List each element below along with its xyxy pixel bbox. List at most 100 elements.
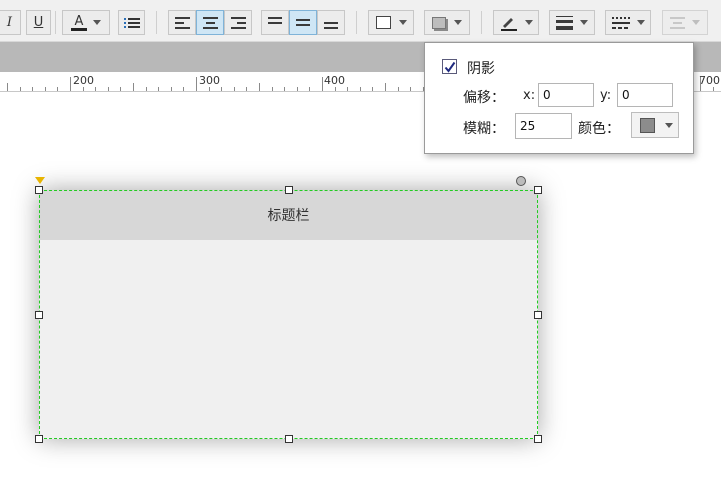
ruler-tick	[272, 87, 273, 91]
valign-bottom-button[interactable]	[317, 10, 345, 35]
underline-icon: U	[33, 15, 44, 30]
fill-color-button[interactable]	[368, 10, 414, 35]
line-style-button[interactable]	[605, 10, 651, 35]
valign-middle-button[interactable]	[289, 10, 317, 35]
valign-top-icon	[268, 15, 282, 25]
align-right-icon	[230, 15, 246, 30]
font-color-button[interactable]: A	[62, 10, 110, 35]
line-style-icon	[611, 16, 630, 29]
ruler-label: 200	[73, 74, 94, 87]
offset-x-input[interactable]: 0	[538, 83, 594, 107]
chevron-down-icon	[580, 20, 588, 25]
arrow-style-icon	[670, 15, 685, 30]
chevron-down-icon	[93, 20, 101, 25]
blur-label: 模糊：	[463, 121, 505, 137]
resize-handle-ne[interactable]	[534, 186, 542, 194]
valign-middle-icon	[296, 18, 310, 28]
ruler-tick	[133, 83, 134, 91]
ruler-tick	[95, 87, 96, 91]
resize-handle-se[interactable]	[534, 435, 542, 443]
ruler-tick	[57, 87, 58, 91]
ruler-tick	[146, 87, 147, 91]
arrow-style-button[interactable]	[662, 10, 708, 35]
font-color-icon: A	[71, 15, 87, 31]
ruler-label: 400	[324, 74, 345, 87]
color-label: 颜色：	[578, 121, 620, 137]
color-swatch	[640, 117, 655, 133]
offset-y-label: y:	[600, 88, 612, 103]
ruler-tick	[70, 77, 71, 91]
line-width-icon	[556, 14, 573, 31]
resize-handle-w[interactable]	[35, 311, 43, 319]
offset-label: 偏移：	[463, 90, 505, 106]
align-center-icon	[202, 15, 218, 30]
ruler-tick	[7, 83, 8, 91]
ruler-tick	[322, 77, 323, 91]
chevron-down-icon	[524, 20, 533, 25]
underline-button[interactable]: U	[26, 10, 51, 35]
ruler-tick	[183, 87, 184, 91]
align-right-button[interactable]	[224, 10, 252, 35]
offset-y-input[interactable]: 0	[617, 83, 673, 107]
line-width-button[interactable]	[549, 10, 595, 35]
ruler-tick	[360, 87, 361, 91]
ruler-tick	[234, 87, 235, 91]
toolbar-divider	[55, 11, 56, 34]
shadow-icon	[432, 16, 446, 29]
valign-top-button[interactable]	[261, 10, 289, 35]
chevron-down-icon	[454, 20, 462, 25]
ruler-tick	[713, 87, 714, 91]
shadow-enabled-checkbox[interactable]	[442, 59, 457, 74]
ruler-tick	[385, 83, 386, 91]
italic-icon: I	[6, 15, 13, 30]
blur-input[interactable]: 25	[515, 113, 572, 139]
shadow-button[interactable]	[424, 10, 470, 35]
resize-handle-sw[interactable]	[35, 435, 43, 443]
anchor-marker-icon[interactable]	[35, 177, 45, 184]
resize-handle-n[interactable]	[285, 186, 293, 194]
resize-handle-nw[interactable]	[35, 186, 43, 194]
chevron-down-icon	[665, 122, 673, 128]
ruler-label: 300	[199, 74, 220, 87]
line-color-button[interactable]	[493, 10, 539, 35]
toolbar-divider	[481, 11, 482, 34]
ruler-tick	[410, 87, 411, 91]
ruler-tick	[32, 87, 33, 91]
ruler-tick	[700, 77, 701, 91]
ruler-tick	[171, 87, 172, 91]
italic-button[interactable]: I	[0, 10, 21, 35]
format-toolbar: I U A	[0, 0, 721, 42]
align-left-button[interactable]	[168, 10, 196, 35]
selection-outline	[39, 190, 538, 439]
ruler-tick	[209, 87, 210, 91]
toolbar-divider	[156, 11, 157, 34]
shadow-label: 阴影	[467, 61, 495, 77]
align-center-button[interactable]	[196, 10, 224, 35]
chevron-down-icon	[636, 20, 645, 25]
ruler-tick	[120, 87, 121, 91]
shadow-color-picker[interactable]	[631, 112, 679, 138]
offset-x-label: x:	[523, 88, 536, 103]
resize-handle-s[interactable]	[285, 435, 293, 443]
line-color-icon	[500, 17, 517, 31]
ruler-label: 700	[699, 74, 720, 87]
ruler-tick	[335, 87, 336, 91]
fill-color-icon	[375, 16, 391, 29]
chevron-down-icon	[398, 20, 407, 25]
ruler-tick	[284, 87, 285, 91]
rotate-handle[interactable]	[516, 176, 526, 186]
ruler-tick	[372, 87, 373, 91]
ruler-tick	[221, 87, 222, 91]
editor-window: I U A 200 300 400 700 标题栏 阴影 偏移： x: 0 y:…	[0, 0, 721, 477]
chevron-down-icon	[692, 20, 700, 25]
checkmark-icon	[444, 61, 455, 73]
bullet-list-button[interactable]	[118, 10, 145, 35]
ruler-tick	[347, 87, 348, 91]
ruler-tick	[83, 87, 84, 91]
ruler-tick	[158, 87, 159, 91]
resize-handle-e[interactable]	[534, 311, 542, 319]
toolbar-divider	[356, 11, 357, 34]
ruler-tick	[196, 77, 197, 91]
valign-bottom-icon	[324, 20, 338, 30]
align-left-icon	[174, 15, 190, 30]
